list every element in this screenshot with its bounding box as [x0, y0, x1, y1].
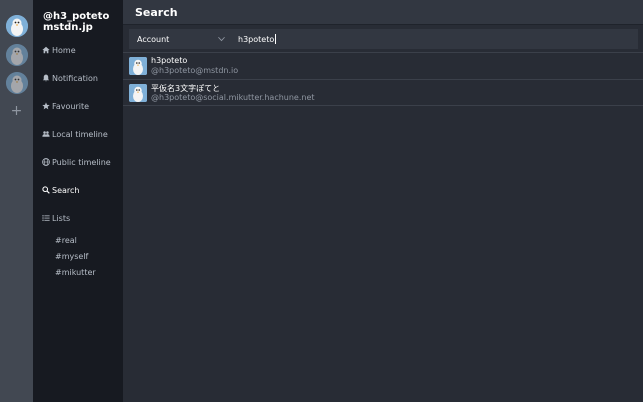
- account-name[interactable]: @h3_poteto mstdn.jp: [43, 11, 121, 33]
- sidebar-item-label: Local timeline: [52, 129, 108, 139]
- main-panel: Search Account h3poteto @h3poteto@mstdn.…: [123, 0, 643, 402]
- account-avatar-3[interactable]: [6, 72, 28, 94]
- account-avatar-1[interactable]: [6, 15, 28, 37]
- penguin-avatar-icon: [6, 15, 28, 37]
- search-icon: [42, 186, 50, 194]
- users-icon: [42, 131, 50, 137]
- sidebar-item-notification[interactable]: Notification: [42, 71, 98, 85]
- penguin-avatar-icon: [129, 57, 147, 75]
- search-result-row[interactable]: 平仮名3文字ぽてと @h3poteto@social.mikutter.hach…: [123, 79, 643, 106]
- add-account-button[interactable]: +: [0, 103, 33, 119]
- sidebar: @h3_poteto mstdn.jp ⌄ Home Notification …: [33, 0, 123, 402]
- search-type-value: Account: [137, 34, 170, 44]
- sidebar-item-label: Home: [52, 45, 76, 55]
- home-icon: [42, 46, 50, 54]
- sidebar-item-public-timeline[interactable]: Public timeline: [42, 155, 111, 169]
- globe-icon: [42, 158, 50, 166]
- result-handle: @h3poteto@social.mikutter.hachune.net: [151, 93, 315, 102]
- list-item-mikutter[interactable]: #mikutter: [55, 268, 96, 280]
- chevron-down-icon: [218, 36, 225, 42]
- sidebar-item-label: Lists: [52, 213, 71, 223]
- sidebar-item-label: Search: [52, 185, 80, 195]
- search-bar: Account: [129, 29, 638, 49]
- list-icon: [42, 215, 50, 221]
- list-item-myself[interactable]: #myself: [55, 252, 88, 264]
- penguin-avatar-icon: [6, 72, 28, 94]
- page-title: Search: [135, 6, 178, 19]
- account-rail: +: [0, 0, 33, 402]
- star-icon: [42, 102, 50, 110]
- list-item-real[interactable]: #real: [55, 236, 77, 248]
- sidebar-item-search[interactable]: Search: [42, 183, 79, 197]
- chevron-down-icon[interactable]: ⌄: [93, 11, 99, 19]
- search-type-select[interactable]: Account: [129, 29, 229, 49]
- penguin-avatar-icon: [6, 44, 28, 66]
- bell-icon: [42, 74, 50, 82]
- header: Search: [123, 0, 643, 25]
- sidebar-item-label: Favourite: [52, 101, 90, 111]
- result-handle: @h3poteto@mstdn.io: [151, 66, 239, 75]
- search-input[interactable]: [235, 31, 635, 47]
- sidebar-item-favourite[interactable]: Favourite: [42, 99, 89, 113]
- penguin-avatar-icon: [129, 84, 147, 102]
- result-avatar[interactable]: [129, 84, 147, 102]
- text-cursor: [275, 34, 276, 44]
- result-display-name: h3poteto: [151, 56, 188, 65]
- sidebar-item-label: Public timeline: [52, 157, 111, 167]
- result-avatar[interactable]: [129, 57, 147, 75]
- account-avatar-2[interactable]: [6, 44, 28, 66]
- sidebar-item-home[interactable]: Home: [42, 43, 76, 57]
- search-result-row[interactable]: h3poteto @h3poteto@mstdn.io: [123, 52, 643, 79]
- sidebar-item-lists[interactable]: Lists: [42, 211, 70, 225]
- sidebar-item-label: Notification: [52, 73, 98, 83]
- sidebar-item-local-timeline[interactable]: Local timeline: [42, 127, 108, 141]
